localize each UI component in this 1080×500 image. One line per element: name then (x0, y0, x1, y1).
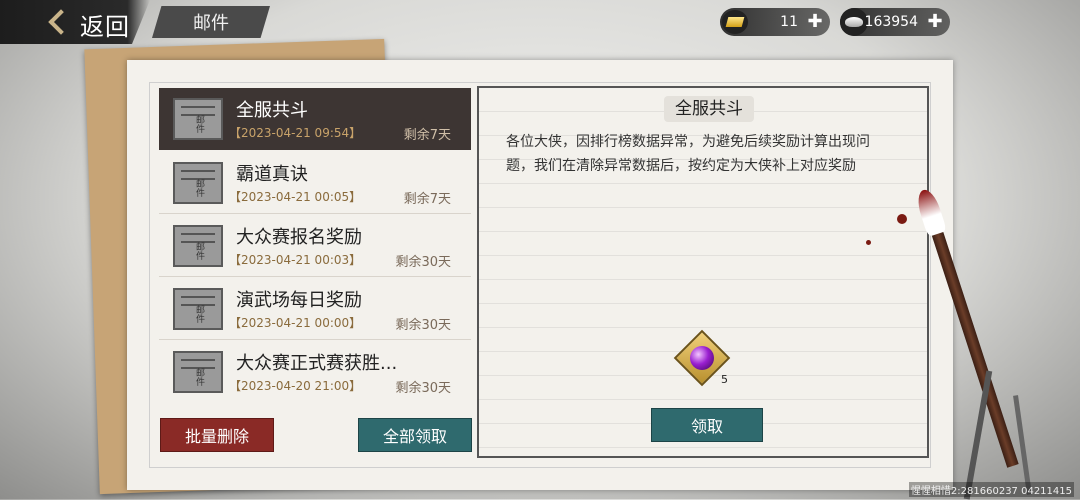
reward-count: 5 (721, 373, 728, 386)
add-silver-icon[interactable]: ✚ (926, 13, 944, 31)
add-gold-icon[interactable]: ✚ (806, 13, 824, 31)
watermark: 惺惺相惜2:281660237 04211415 (908, 482, 1074, 497)
divider (159, 339, 471, 340)
detail-title: 全服共斗 (664, 96, 754, 122)
ink-splash (897, 214, 907, 224)
ink-splash (866, 240, 871, 245)
mail-remaining: 剩余7天 (403, 128, 451, 143)
envelope-icon: 邮件 (173, 162, 223, 204)
mail-detail: 全服共斗 各位大侠，因排行榜数据异常，为避免后续奖励计算出现问题，我们在清除异常… (477, 86, 929, 458)
claim-all-button[interactable]: 全部领取 (358, 418, 472, 452)
mail-item-4[interactable]: 邮件 大众赛正式赛获胜... 【2023-04-20 21:00】 剩余30天 (159, 341, 471, 403)
mail-date: 【2023-04-21 09:54】 (229, 126, 362, 140)
mail-item-3[interactable]: 邮件 演武场每日奖励 【2023-04-21 00:00】 剩余30天 (159, 278, 471, 340)
top-bar: 返回 邮件 11 ✚ 163954 ✚ (0, 0, 1080, 44)
mail-item-0[interactable]: 邮件 全服共斗 【2023-04-21 09:54】 剩余7天 (159, 88, 471, 150)
envelope-icon: 邮件 (173, 225, 223, 267)
mail-item-1[interactable]: 邮件 霸道真诀 【2023-04-21 00:05】 剩余7天 (159, 152, 471, 214)
gold-ingot-icon (722, 10, 748, 34)
mail-remaining: 剩余30天 (395, 255, 451, 270)
divider (159, 213, 471, 214)
mail-subject: 全服共斗 (236, 100, 308, 121)
detail-body: 各位大侠，因排行榜数据异常，为避免后续奖励计算出现问题，我们在清除异常数据后，按… (506, 134, 870, 174)
mail-list[interactable]: 邮件 全服共斗 【2023-04-21 09:54】 剩余7天 邮件 霸道真诀 … (159, 88, 471, 408)
envelope-icon: 邮件 (173, 98, 223, 140)
back-label: 返回 (80, 13, 130, 41)
envelope-icon: 邮件 (173, 351, 223, 393)
gold-value: 11 (780, 14, 798, 30)
silver-value: 163954 (864, 14, 918, 30)
envelope-icon: 邮件 (173, 288, 223, 330)
mail-item-2[interactable]: 邮件 大众赛报名奖励 【2023-04-21 00:03】 剩余30天 (159, 215, 471, 277)
claim-button[interactable]: 领取 (651, 408, 763, 442)
mail-date: 【2023-04-21 00:03】 (229, 253, 362, 267)
mail-remaining: 剩余30天 (395, 318, 451, 333)
mail-remaining: 剩余30天 (395, 381, 451, 396)
batch-delete-button[interactable]: 批量删除 (160, 418, 274, 452)
mail-date: 【2023-04-21 00:00】 (229, 316, 362, 330)
gold-resource: 11 ✚ (720, 8, 830, 36)
mail-date: 【2023-04-20 21:00】 (229, 379, 362, 393)
mail-date: 【2023-04-21 00:05】 (229, 190, 362, 204)
page-title: 邮件 (152, 6, 270, 38)
back-button[interactable]: 返回 (0, 0, 150, 44)
sword-icon (963, 370, 993, 500)
mail-subject: 大众赛报名奖励 (236, 227, 362, 248)
divider (159, 276, 471, 277)
mail-subject: 演武场每日奖励 (236, 290, 362, 311)
chevron-left-icon (48, 9, 74, 35)
mail-subject: 霸道真诀 (236, 164, 308, 185)
mail-subject: 大众赛正式赛获胜... (236, 353, 398, 374)
mail-remaining: 剩余7天 (403, 192, 451, 207)
silver-resource: 163954 ✚ (840, 8, 950, 36)
sword-icon (1013, 395, 1032, 495)
